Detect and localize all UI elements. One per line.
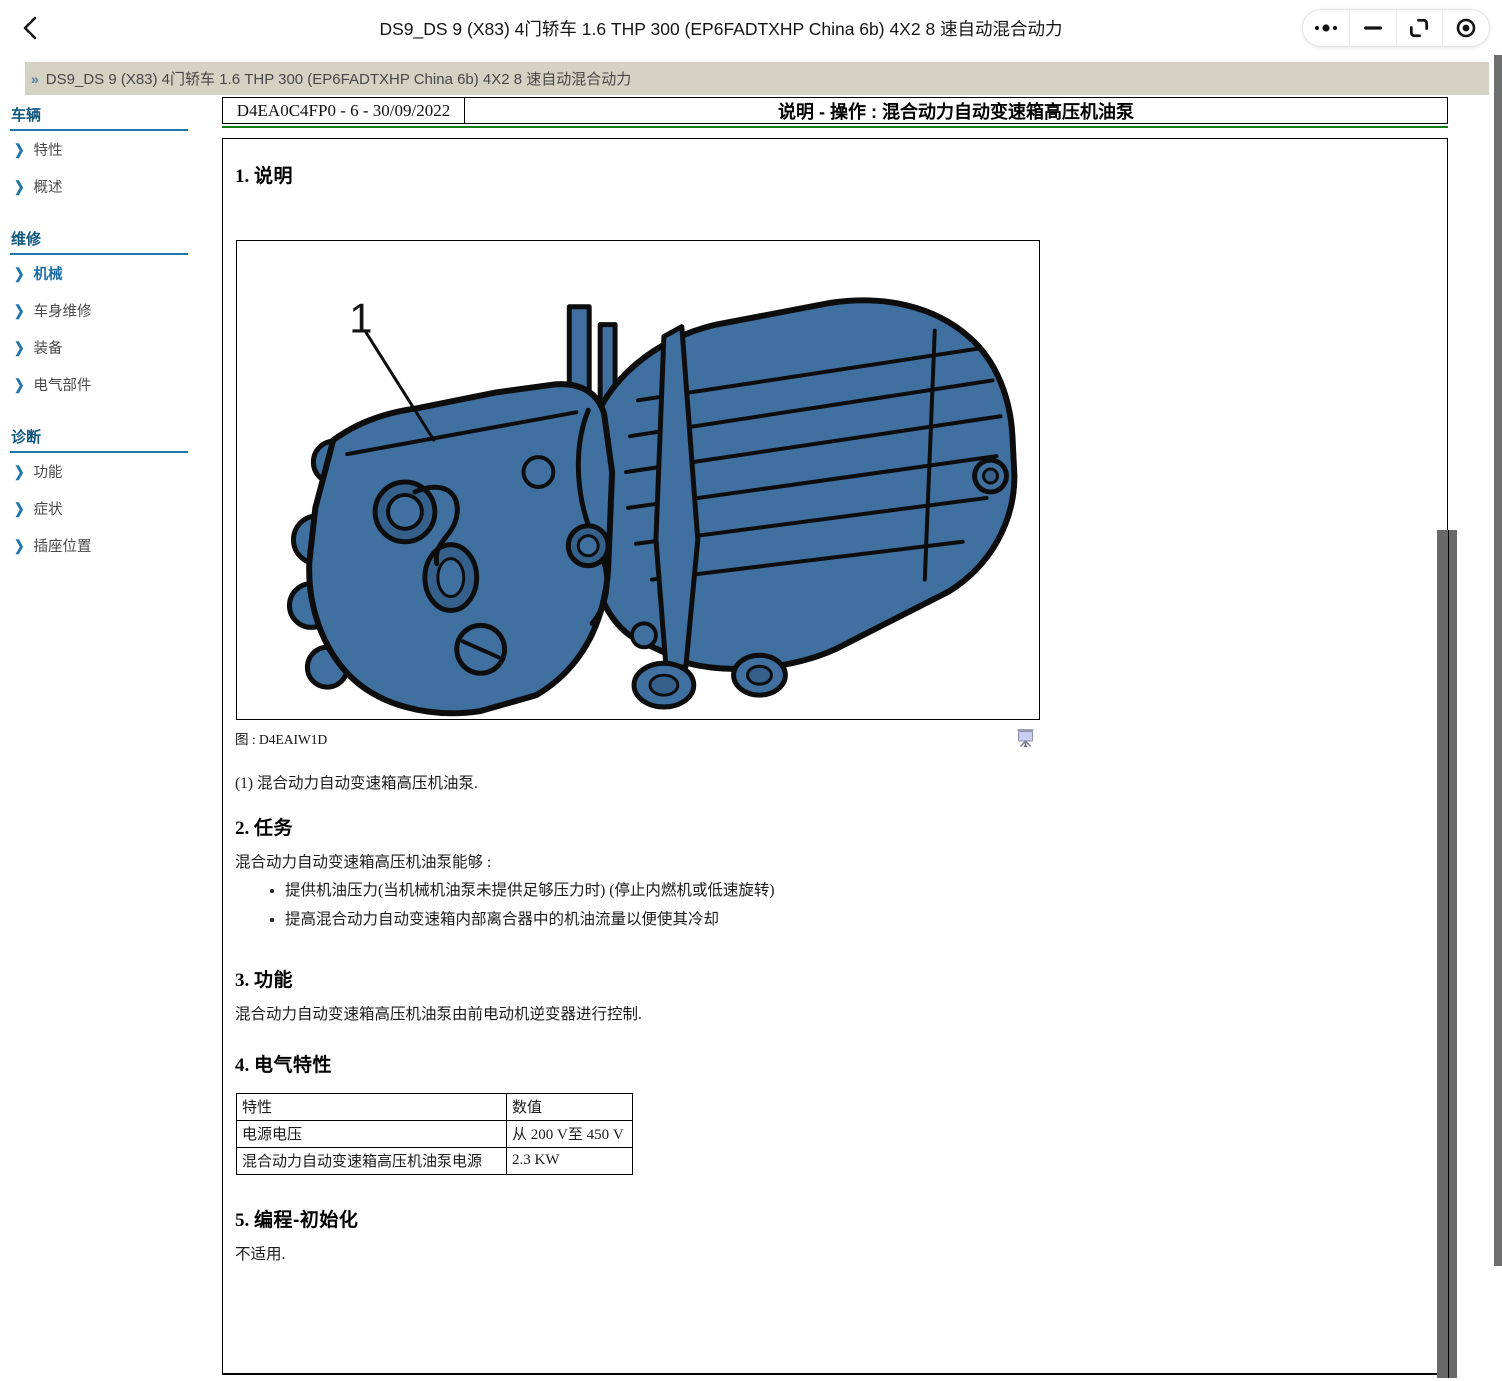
table-row: 混合动力自动变速箱高压机油泵电源 2.3 KW <box>237 1148 633 1175</box>
task-list: 提供机油压力(当机械机油泵未提供足够压力时) (停止内燃机或低速旋转) 提高混合… <box>235 878 1433 929</box>
document-content-panel: 1. 说明 <box>222 138 1448 1375</box>
figure-caption: 图 : D4EAIW1D <box>235 728 327 748</box>
table-header-row: 特性 数值 <box>237 1094 633 1121</box>
chevron-right-icon: ❯ <box>14 500 24 517</box>
document-header: D4EA0C4FP0 - 6 - 30/09/2022 说明 - 操作 : 混合… <box>222 97 1448 124</box>
task-item: 提高混合动力自动变速箱内部离合器中的机油流量以便使其冷却 <box>285 907 1433 929</box>
table-row: 电源电压 从 200 V至 450 V <box>237 1121 633 1148</box>
header-green-rule <box>222 126 1448 128</box>
sidebar-item-equipment[interactable]: ❯ 装备 <box>10 329 188 366</box>
more-options-button[interactable] <box>1303 10 1349 46</box>
chevron-right-icon: ❯ <box>14 265 24 282</box>
window-titlebar: DS9_DS 9 (X83) 4门轿车 1.6 THP 300 (EP6FADT… <box>0 0 1502 57</box>
breadcrumb-marker-icon: » <box>31 71 39 87</box>
section-heading-electrical: 4. 电气特性 <box>235 1050 1433 1077</box>
table-cell: 2.3 KW <box>507 1148 633 1175</box>
sidebar-section-vehicle: 车辆 <box>10 102 188 131</box>
content-scrollbar-thumb[interactable] <box>1437 530 1457 1378</box>
restore-button[interactable] <box>1396 10 1443 46</box>
sidebar-section-repair: 维修 <box>10 226 188 255</box>
chevron-right-icon: ❯ <box>14 141 24 158</box>
section-heading-description: 1. 说明 <box>235 161 1433 188</box>
sidebar-item-connector-locations[interactable]: ❯ 插座位置 <box>10 527 188 564</box>
sidebar: 车辆 ❯ 特性 ❯ 概述 维修 ❯ 机械 ❯ 车身维修 ❯ 装备 ❯ 电气部件 … <box>10 102 188 564</box>
sidebar-item-bodywork[interactable]: ❯ 车身维修 <box>10 292 188 329</box>
record-button[interactable] <box>1442 10 1489 46</box>
sidebar-item-mechanical[interactable]: ❯ 机械 <box>10 255 188 292</box>
chevron-right-icon: ❯ <box>14 376 24 393</box>
table-cell: 从 200 V至 450 V <box>507 1121 633 1148</box>
figure-view-button[interactable] <box>1016 728 1035 751</box>
chevron-right-icon: ❯ <box>14 339 24 356</box>
window-scrollbar-thumb[interactable] <box>1494 55 1502 1266</box>
task-item: 提供机油压力(当机械机油泵未提供足够压力时) (停止内燃机或低速旋转) <box>285 878 1433 900</box>
oil-pump-illustration: 1 <box>237 241 1039 719</box>
sidebar-item-electrical[interactable]: ❯ 电气部件 <box>10 366 188 403</box>
window-controls <box>1302 9 1490 47</box>
sidebar-item-overview[interactable]: ❯ 概述 <box>10 168 188 205</box>
section-heading-programming: 5. 编程-初始化 <box>235 1205 1433 1232</box>
restore-icon <box>1408 17 1430 39</box>
figure-callout-1: 1 <box>349 295 372 342</box>
section-heading-function: 3. 功能 <box>235 965 1433 992</box>
sidebar-item-characteristics[interactable]: ❯ 特性 <box>10 131 188 168</box>
back-chevron-icon <box>15 12 47 44</box>
section-heading-task: 2. 任务 <box>235 813 1433 840</box>
sidebar-item-functions[interactable]: ❯ 功能 <box>10 453 188 490</box>
table-cell: 混合动力自动变速箱高压机油泵电源 <box>237 1148 507 1175</box>
table-cell: 电源电压 <box>237 1121 507 1148</box>
projection-screen-icon <box>1016 728 1035 748</box>
figure-legend: (1) 混合动力自动变速箱高压机油泵. <box>235 771 1433 793</box>
column-header: 数值 <box>507 1094 633 1121</box>
document-reference: D4EA0C4FP0 - 6 - 30/09/2022 <box>222 98 465 123</box>
more-dots-icon <box>1312 22 1340 34</box>
task-intro: 混合动力自动变速箱高压机油泵能够 : <box>235 850 1433 872</box>
breadcrumb[interactable]: » DS9_DS 9 (X83) 4门轿车 1.6 THP 300 (EP6FA… <box>25 62 1489 95</box>
document-title: 说明 - 操作 : 混合动力自动变速箱高压机油泵 <box>465 98 1448 123</box>
chevron-right-icon: ❯ <box>14 178 24 195</box>
function-body: 混合动力自动变速箱高压机油泵由前电动机逆变器进行控制. <box>235 1002 1433 1024</box>
sidebar-item-symptoms[interactable]: ❯ 症状 <box>10 490 188 527</box>
figure-frame: 1 <box>236 240 1040 720</box>
minimize-icon <box>1363 24 1383 32</box>
window-title: DS9_DS 9 (X83) 4门轿车 1.6 THP 300 (EP6FADT… <box>160 0 1282 57</box>
minimize-button[interactable] <box>1349 10 1396 46</box>
chevron-right-icon: ❯ <box>14 463 24 480</box>
chevron-right-icon: ❯ <box>14 537 24 554</box>
record-target-icon <box>1455 17 1477 39</box>
column-header: 特性 <box>237 1094 507 1121</box>
programming-body: 不适用. <box>235 1242 1433 1264</box>
breadcrumb-label: DS9_DS 9 (X83) 4门轿车 1.6 THP 300 (EP6FADT… <box>46 68 632 89</box>
sidebar-section-diagnosis: 诊断 <box>10 424 188 453</box>
electrical-spec-table: 特性 数值 电源电压 从 200 V至 450 V 混合动力自动变速箱高压机油泵… <box>236 1093 633 1175</box>
back-button[interactable] <box>14 12 48 46</box>
chevron-right-icon: ❯ <box>14 302 24 319</box>
